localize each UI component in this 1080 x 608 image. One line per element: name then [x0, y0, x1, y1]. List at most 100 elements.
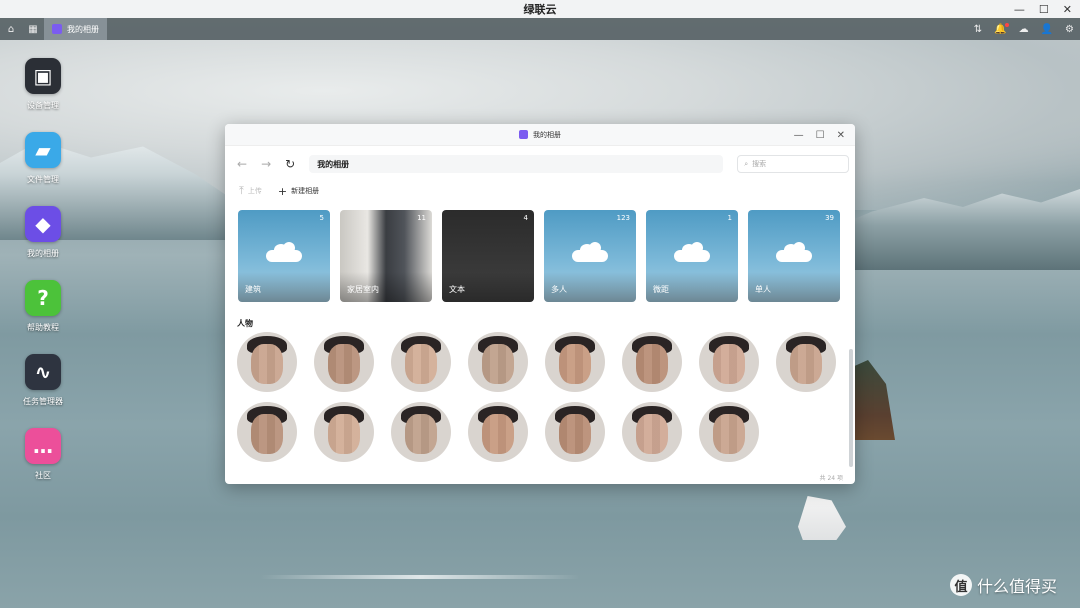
refresh-icon[interactable]: ↻ — [285, 157, 295, 171]
window-title: 我的相册 — [533, 130, 561, 139]
home-icon[interactable]: ⌂ — [0, 18, 22, 40]
user-icon[interactable]: 👤 — [1041, 24, 1053, 35]
help-icon: ? — [25, 280, 61, 316]
person-avatar[interactable] — [545, 402, 605, 462]
minimize-icon[interactable]: — — [794, 130, 804, 141]
chat-bubble-icon: … — [25, 428, 61, 464]
upload-label: 上传 — [247, 187, 262, 195]
desktop-item-my-album[interactable]: ◆ 我的相册 — [18, 206, 68, 280]
taskbar-app-label: 我的相册 — [67, 24, 99, 34]
album-card-text[interactable]: 4 文本 — [442, 210, 534, 302]
upload-button[interactable]: ⤒ 上传 — [239, 184, 262, 198]
album-grid: 5 建筑 11 家居室内 4 文本 123 多人 1 微距 39 单人 — [238, 210, 840, 302]
wallpaper-boat-wake — [260, 575, 580, 579]
person-avatar-face — [251, 414, 283, 454]
person-avatar-face — [251, 344, 283, 384]
close-icon[interactable]: ✕ — [837, 130, 845, 141]
person-avatar-face — [405, 414, 437, 454]
maximize-icon[interactable]: ☐ — [1039, 3, 1049, 16]
person-avatar[interactable] — [545, 332, 605, 392]
desktop-item-help[interactable]: ? 帮助教程 — [18, 280, 68, 354]
desktop-item-file-manager[interactable]: ▰ 文件管理 — [18, 132, 68, 206]
person-avatar[interactable] — [314, 332, 374, 392]
album-cover-cloud — [266, 242, 302, 262]
album-cover-cloud — [572, 242, 608, 262]
person-avatar[interactable] — [314, 402, 374, 462]
album-count: 4 — [523, 214, 528, 222]
os-title: 绿联云 — [523, 3, 557, 16]
person-avatar[interactable] — [237, 402, 297, 462]
transfer-icon[interactable]: ⇅ — [974, 24, 982, 35]
person-avatar-face — [328, 414, 360, 454]
album-name: 微距 — [653, 285, 669, 294]
people-grid — [237, 332, 843, 462]
person-avatar[interactable] — [391, 402, 451, 462]
task-manager-icon: ∿ — [25, 354, 61, 390]
album-count: 123 — [616, 214, 630, 222]
desktop-item-task-manager[interactable]: ∿ 任务管理器 — [18, 354, 68, 428]
album-card-single[interactable]: 39 单人 — [748, 210, 840, 302]
minimize-icon[interactable]: — — [1014, 3, 1025, 16]
person-avatar[interactable] — [699, 332, 759, 392]
person-avatar-face — [713, 414, 745, 454]
settings-gear-icon[interactable]: ⚙ — [1065, 24, 1074, 35]
person-avatar-face — [559, 414, 591, 454]
window-titlebar[interactable]: 我的相册 — ☐ ✕ — [225, 124, 855, 146]
taskbar-app-photos[interactable]: 我的相册 — [44, 18, 107, 40]
person-avatar[interactable] — [237, 332, 297, 392]
close-icon[interactable]: ✕ — [1063, 3, 1072, 16]
item-count: 共 24 项 — [819, 475, 843, 482]
taskbar-tray: ⇅ 🔔 ☁ 👤 ⚙ — [974, 18, 1074, 40]
notification-icon[interactable]: 🔔 — [994, 22, 1009, 35]
person-avatar-face — [482, 344, 514, 384]
desktop-item-label: 文件管理 — [27, 175, 59, 184]
person-avatar[interactable] — [391, 332, 451, 392]
album-name: 建筑 — [245, 285, 261, 294]
upload-icon: ⤒ — [239, 184, 244, 197]
person-avatar[interactable] — [699, 402, 759, 462]
person-avatar-face — [482, 414, 514, 454]
desktop-item-label: 设备管理 — [27, 101, 59, 110]
desktop-item-community[interactable]: … 社区 — [18, 428, 68, 502]
person-avatar-face — [559, 344, 591, 384]
cloud-icon[interactable]: ☁ — [1019, 24, 1029, 35]
person-avatar[interactable] — [468, 402, 528, 462]
album-name: 文本 — [449, 285, 465, 294]
window-controls: — ☐ ✕ — [794, 124, 845, 146]
person-avatar-face — [328, 344, 360, 384]
scrollbar-thumb[interactable] — [849, 349, 853, 467]
person-avatar-face — [636, 414, 668, 454]
album-card-architecture[interactable]: 5 建筑 — [238, 210, 330, 302]
navigation-bar: ← → ↻ 我的相册 ⌕ 搜索 — [225, 146, 855, 182]
maximize-icon[interactable]: ☐ — [816, 130, 825, 141]
forward-arrow-icon[interactable]: → — [261, 157, 271, 171]
photo-album-icon: ◆ — [25, 206, 61, 242]
wallpaper-rock — [850, 360, 895, 440]
search-input[interactable]: ⌕ 搜索 — [737, 155, 850, 173]
person-avatar[interactable] — [776, 332, 836, 392]
person-avatar[interactable] — [468, 332, 528, 392]
watermark: 值 什么值得买 — [950, 573, 1057, 597]
album-card-group[interactable]: 123 多人 — [544, 210, 636, 302]
photos-app-icon — [52, 24, 62, 34]
person-avatar[interactable] — [622, 332, 682, 392]
notification-badge — [1004, 22, 1009, 27]
album-name: 多人 — [551, 285, 567, 294]
album-count: 1 — [727, 214, 732, 222]
person-avatar[interactable] — [622, 402, 682, 462]
person-avatar-face — [405, 344, 437, 384]
apps-grid-icon[interactable]: ▦ — [22, 18, 44, 40]
new-album-button[interactable]: + 新建相册 — [278, 185, 319, 198]
back-arrow-icon[interactable]: ← — [237, 157, 247, 171]
album-card-macro[interactable]: 1 微距 — [646, 210, 738, 302]
breadcrumb[interactable]: 我的相册 — [309, 155, 724, 173]
album-cover-cloud — [776, 242, 812, 262]
album-count: 11 — [417, 214, 426, 222]
folder-icon: ▰ — [25, 132, 61, 168]
desktop-item-device-manager[interactable]: ▣ 设备管理 — [18, 58, 68, 132]
album-cover-cloud — [674, 242, 710, 262]
album-name: 单人 — [755, 285, 771, 294]
new-album-label: 新建相册 — [291, 187, 320, 195]
person-avatar-face — [790, 344, 822, 384]
album-card-interior[interactable]: 11 家居室内 — [340, 210, 432, 302]
